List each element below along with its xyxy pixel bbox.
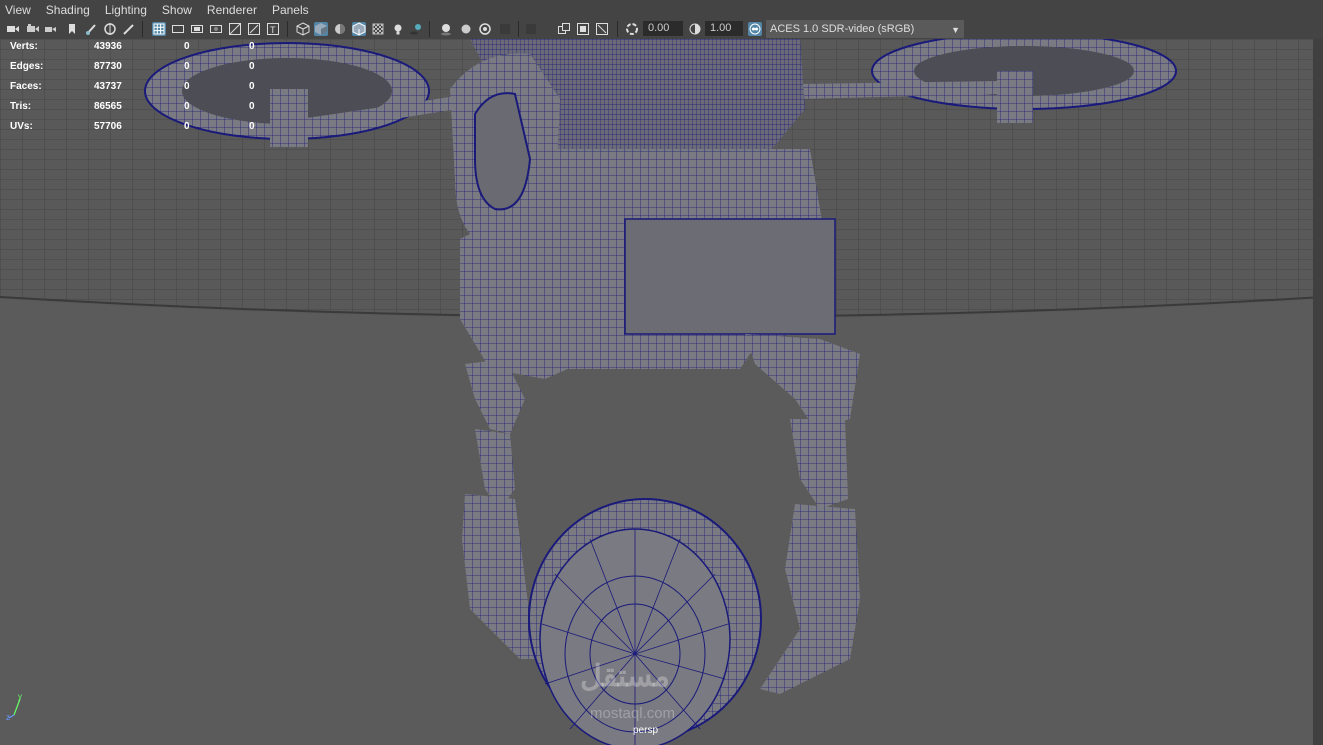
field-chart-icon[interactable]: [228, 22, 242, 36]
hud-selected: 0: [184, 41, 190, 52]
shadows-icon[interactable]: [409, 22, 423, 36]
hud-component: 0: [249, 101, 255, 112]
bookmark-icon[interactable]: [65, 22, 79, 36]
camera-name-label: persp: [633, 725, 659, 736]
hud-component: 0: [249, 81, 255, 92]
hud-selected: 0: [184, 121, 190, 132]
grid-icon[interactable]: [152, 22, 166, 36]
camera-lock-icon[interactable]: [44, 22, 58, 36]
transform-icon[interactable]: [103, 22, 117, 36]
menu-lighting[interactable]: Lighting: [105, 3, 147, 17]
use-all-lights-icon[interactable]: [391, 22, 405, 36]
isolate-select-icon[interactable]: [524, 22, 538, 36]
hud-component: 0: [249, 121, 255, 132]
camera-attributes-icon[interactable]: [26, 22, 40, 36]
hud-selected: 0: [184, 61, 190, 72]
film-gate-icon[interactable]: [171, 22, 185, 36]
viewport-edge: [1313, 39, 1323, 745]
hud-selected: 0: [184, 81, 190, 92]
hud-value: 86565: [94, 101, 122, 112]
anti-alias-icon[interactable]: [478, 22, 492, 36]
motion-blur-icon[interactable]: [459, 22, 473, 36]
default-material-icon[interactable]: [333, 22, 347, 36]
exposure-field[interactable]: 0.00: [643, 21, 683, 36]
panel-menubar: View Shading Lighting Show Renderer Pane…: [0, 0, 1323, 19]
screen-space-ao-icon[interactable]: [439, 22, 453, 36]
color-space-select[interactable]: ACES 1.0 SDR-video (sRGB) ▼: [766, 20, 964, 38]
hud-label: Verts:: [10, 41, 38, 52]
gamma-field[interactable]: 1.00: [705, 21, 743, 36]
frame-all-icon[interactable]: [576, 22, 590, 36]
menu-shading[interactable]: Shading: [46, 3, 90, 17]
color-space-value: ACES 1.0 SDR-video (sRGB): [770, 23, 915, 35]
wireframe-on-shaded-icon[interactable]: [352, 22, 366, 36]
hud-value: 57706: [94, 121, 122, 132]
hud-label: Tris:: [10, 101, 32, 112]
menu-panels[interactable]: Panels: [272, 3, 309, 17]
hud-component: 0: [249, 61, 255, 72]
hud-value: 87730: [94, 61, 122, 72]
chevron-down-icon: ▼: [951, 25, 960, 35]
menu-renderer[interactable]: Renderer: [207, 3, 257, 17]
camera-select-icon[interactable]: [6, 22, 20, 36]
svg-text:T: T: [270, 25, 276, 35]
viewport-persp[interactable]: Verts: 43936 0 0 Edges: 87730 0 0 Faces:…: [0, 39, 1323, 745]
panel-toolbar: T 0.00 1.00 ACES 1.0 SDR-video (sRGB) ▼: [0, 19, 1323, 39]
hud-selected: 0: [184, 101, 190, 112]
gate-mask-icon[interactable]: [209, 22, 223, 36]
multisample-aa-icon[interactable]: [557, 22, 571, 36]
hud-label: Faces:: [10, 81, 42, 92]
axis-y-label: y: [18, 693, 22, 701]
frame-selection-icon[interactable]: [595, 22, 609, 36]
depth-of-field-icon[interactable]: [498, 22, 512, 36]
paint-icon[interactable]: [122, 22, 136, 36]
wireframe-icon[interactable]: [296, 22, 310, 36]
menu-show[interactable]: Show: [162, 3, 192, 17]
safe-title-icon[interactable]: T: [266, 22, 280, 36]
smooth-shade-icon[interactable]: [314, 22, 328, 36]
color-management-icon[interactable]: [748, 22, 762, 36]
hud-value: 43737: [94, 81, 122, 92]
hud-value: 43936: [94, 41, 122, 52]
resolution-gate-icon[interactable]: [190, 22, 204, 36]
menu-view[interactable]: View: [5, 3, 31, 17]
axis-z-label: z: [6, 713, 10, 721]
gamma-icon[interactable]: [688, 22, 702, 36]
safe-action-icon[interactable]: [247, 22, 261, 36]
xray-icon[interactable]: [371, 22, 385, 36]
axis-gizmo-icon: y z: [6, 692, 30, 726]
hud-label: Edges:: [10, 61, 44, 72]
hud-component: 0: [249, 41, 255, 52]
scene-render: [0, 39, 1323, 745]
image-plane-icon[interactable]: [84, 22, 98, 36]
exposure-icon[interactable]: [625, 22, 639, 36]
hud-label: UVs:: [10, 121, 33, 132]
